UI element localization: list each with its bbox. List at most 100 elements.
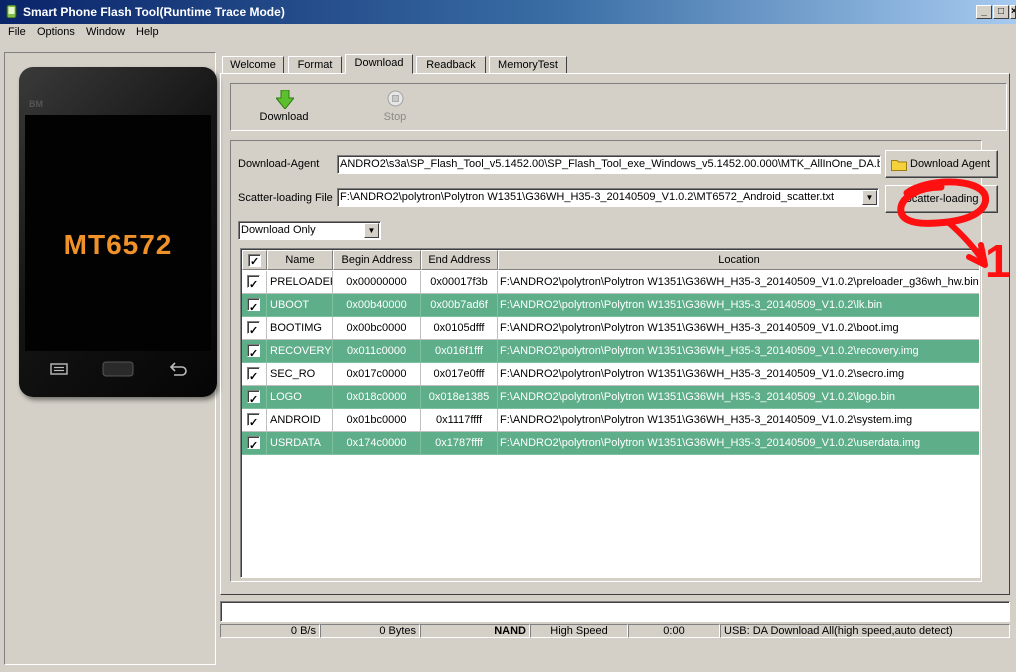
cell-end-address: 0x0105dfff [421,317,498,340]
checkmark-icon: ✓ [249,417,259,429]
menu-file[interactable]: File [8,26,26,38]
table-row[interactable]: ✓ LOGO 0x018c0000 0x018e1385 F:\ANDRO2\polyt… [242,386,979,409]
table-row[interactable]: ✓ PRELOADER 0x00000000 0x00017f3b F:\ANDRO2\… [242,271,979,294]
row-checkbox[interactable]: ✓ [247,298,260,314]
row-checkbox[interactable]: ✓ [247,321,260,337]
chevron-down-icon[interactable]: ▼ [364,223,379,238]
cell-name: ANDROID [267,409,333,432]
table-row[interactable]: ✓ SEC_RO 0x017c0000 0x017e0fff F:\ANDRO2\pol… [242,363,979,386]
stop-button[interactable]: Stop [365,88,425,128]
cell-name: USRDATA [267,432,333,455]
cell-location: F:\ANDRO2\polytron\Polytron W1351\G36WH_… [498,432,979,455]
select-all-checkbox[interactable]: ✓ [248,254,261,268]
cell-location: F:\ANDRO2\polytron\Polytron W1351\G36WH_… [498,271,979,294]
cell-name: BOOTIMG [267,317,333,340]
cell-begin-address: 0x017c0000 [333,363,421,386]
status-speed: High Speed [530,624,628,638]
download-button-label: Download [259,111,309,123]
chip-label: MT6572 [63,229,173,260]
download-agent-label: Download-Agent [238,158,320,170]
menu-help[interactable]: Help [136,26,159,38]
table-row[interactable]: ✓ ANDROID 0x01bc0000 0x1117ffff F:\ANDRO2\po… [242,409,979,432]
tab-welcome[interactable]: Welcome [222,56,284,74]
row-checkbox[interactable]: ✓ [247,275,260,291]
cell-location: F:\ANDRO2\polytron\Polytron W1351\G36WH_… [498,409,979,432]
cell-begin-address: 0x00b40000 [333,294,421,317]
scatter-file-label: Scatter-loading File [238,192,333,204]
cell-name: PRELOADER [267,271,333,294]
checkmark-icon: ✓ [249,325,259,337]
menu-bar: File Options Window Help [0,24,1016,42]
download-agent-button[interactable]: Download Agent [885,150,998,178]
tab-readback[interactable]: Readback [416,56,486,74]
cell-location: F:\ANDRO2\polytron\Polytron W1351\G36WH_… [498,363,979,386]
scatter-file-value: F:\ANDRO2\polytron\Polytron W1351\G36WH_… [340,191,835,203]
row-checkbox[interactable]: ✓ [247,344,260,360]
stop-button-label: Stop [383,111,407,123]
cell-name: LOGO [267,386,333,409]
table-header: ✓ Name Begin Address End Address Locatio… [242,250,979,270]
table-row[interactable]: ✓ USRDATA 0x174c0000 0x1787ffff F:\ANDRO2\po… [242,432,979,455]
column-header-name[interactable]: Name [267,250,333,270]
cell-name: UBOOT [267,294,333,317]
chevron-down-icon[interactable]: ▼ [862,190,877,205]
row-checkbox[interactable]: ✓ [247,367,260,383]
home-key-icon [102,361,134,377]
download-agent-button-label: Download Agent [910,158,991,170]
phone-brand: BM [29,99,43,109]
menu-key-icon [50,363,68,375]
cell-begin-address: 0x00bc0000 [333,317,421,340]
cell-end-address: 0x00b7ad6f [421,294,498,317]
phone-image: BM MT6572 [19,67,217,397]
row-checkbox-cell: ✓ [242,340,267,363]
tab-format[interactable]: Format [288,56,342,74]
download-agent-field[interactable]: ANDRO2\s3a\SP_Flash_Tool_v5.1452.00\SP_F… [337,155,881,174]
row-checkbox-cell: ✓ [242,386,267,409]
tab-memorytest[interactable]: MemoryTest [489,56,567,74]
cell-location: F:\ANDRO2\polytron\Polytron W1351\G36WH_… [498,317,979,340]
row-checkbox[interactable]: ✓ [247,413,260,429]
mode-select[interactable]: Download Only ▼ [238,221,381,240]
status-bar: 0 B/s 0 Bytes NAND High Speed 0:00 USB: … [220,624,1010,638]
row-checkbox[interactable]: ✓ [247,436,260,452]
download-button[interactable]: Download [254,88,314,128]
checkmark-icon: ✓ [249,394,259,406]
table-row[interactable]: ✓ RECOVERY 0x011c0000 0x016f1fff F:\ANDRO2\p… [242,340,979,363]
table-row[interactable]: ✓ BOOTIMG 0x00bc0000 0x0105dfff F:\ANDRO2\po… [242,317,979,340]
download-tab-panel: Download Stop Download-Agent ANDRO2\s3a\… [220,73,1011,595]
column-header-location[interactable]: Location [498,250,979,270]
download-toolbar: Download Stop [230,83,1007,131]
row-checkbox-cell: ✓ [242,363,267,386]
cell-begin-address: 0x174c0000 [333,432,421,455]
cell-end-address: 0x017e0fff [421,363,498,386]
close-button[interactable]: × [1010,5,1016,19]
checkmark-icon: ✓ [249,348,259,360]
tab-download[interactable]: Download [345,54,413,74]
row-checkbox[interactable]: ✓ [247,390,260,406]
status-time: 0:00 [628,624,720,638]
checkmark-icon: ✓ [249,279,259,291]
scatter-loading-button[interactable]: Scatter-loading [885,185,998,213]
select-all-header[interactable]: ✓ [242,250,267,270]
checkmark-icon: ✓ [249,302,259,314]
cell-begin-address: 0x018c0000 [333,386,421,409]
restore-button[interactable]: □ [993,5,1009,19]
column-header-end[interactable]: End Address [421,250,498,270]
checkmark-icon: ✓ [249,371,259,383]
menu-window[interactable]: Window [86,26,125,38]
phone-preview-panel: BM MT6572 [4,52,217,665]
checkmark-icon: ✓ [249,440,259,452]
app-icon [6,5,17,18]
window-title: Smart Phone Flash Tool(Runtime Trace Mod… [23,5,285,19]
progress-area [220,601,1010,622]
table-row[interactable]: ✓ UBOOT 0x00b40000 0x00b7ad6f F:\ANDRO2\poly… [242,294,979,317]
row-checkbox-cell: ✓ [242,271,267,294]
scatter-file-combo[interactable]: F:\ANDRO2\polytron\Polytron W1351\G36WH_… [337,188,879,207]
menu-options[interactable]: Options [37,26,75,38]
status-usb: USB: DA Download All(high speed,auto det… [720,624,1010,638]
column-header-begin[interactable]: Begin Address [333,250,421,270]
cell-name: SEC_RO [267,363,333,386]
cell-begin-address: 0x011c0000 [333,340,421,363]
minimize-button[interactable]: _ [976,5,992,19]
row-checkbox-cell: ✓ [242,409,267,432]
